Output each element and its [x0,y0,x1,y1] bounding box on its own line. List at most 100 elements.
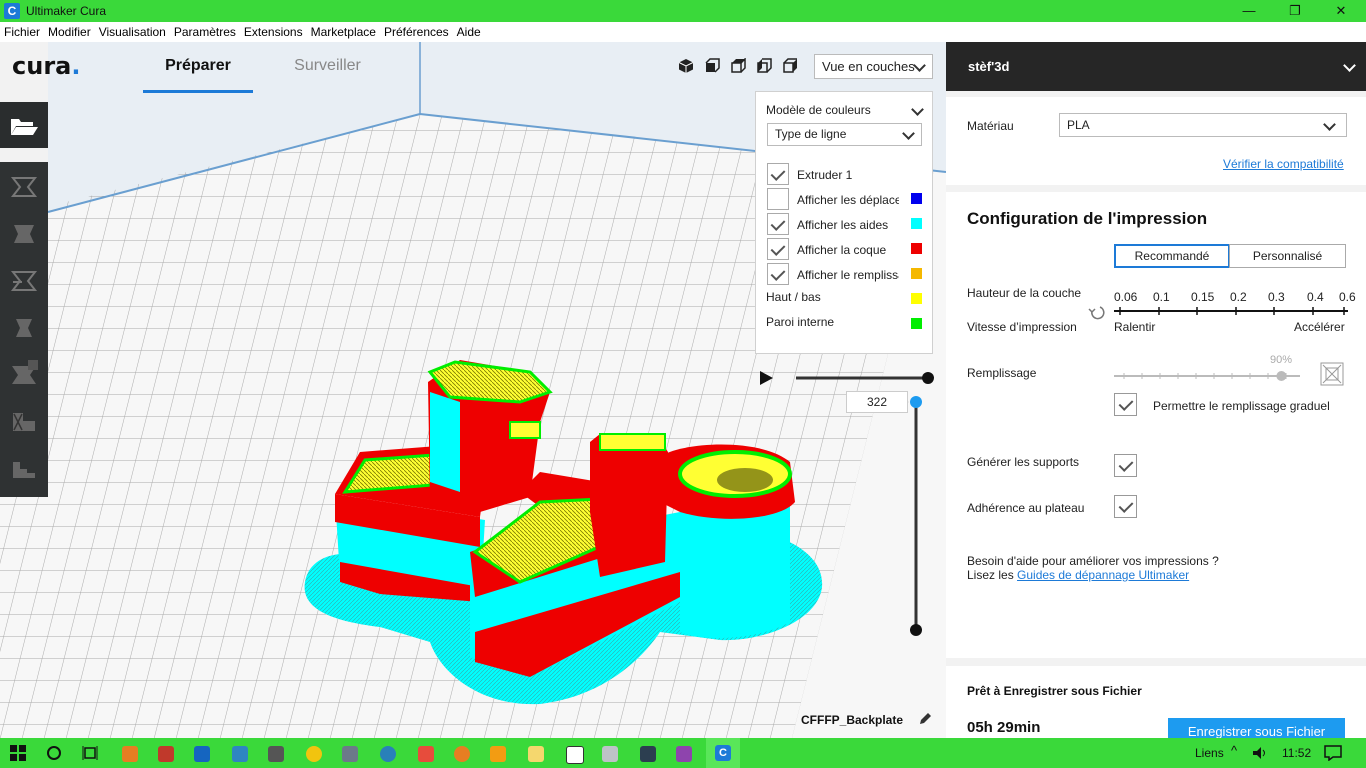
app-icon-9[interactable] [418,746,434,762]
reset-icon[interactable] [1088,303,1106,321]
app-icon-5[interactable] [268,746,284,762]
links-toolbar[interactable]: Liens [1195,746,1224,760]
app-icon-15[interactable] [640,746,656,762]
per-model-settings-button[interactable] [0,352,48,398]
show-travels-checkbox[interactable] [767,188,789,210]
menu-marketplace[interactable]: Marketplace [307,22,380,39]
tab-recommended[interactable]: Recommandé [1114,244,1230,268]
show-shell-checkbox[interactable] [767,238,789,260]
vlc-icon[interactable] [490,746,506,762]
layer-height-option[interactable]: 0.2 [1230,290,1247,304]
chevron-up-icon[interactable]: ^ [1231,743,1237,758]
menu-visualisation[interactable]: Visualisation [95,22,170,39]
extruder-1-checkbox[interactable] [767,163,789,185]
pencil-icon[interactable] [918,712,932,726]
supports-checkbox[interactable] [1114,454,1137,477]
notifications-icon[interactable] [1324,745,1342,761]
adhesion-checkbox[interactable] [1114,495,1137,518]
chevron-down-icon [913,59,926,72]
infill-pattern-icon [1320,362,1344,386]
app-icon-3[interactable] [194,746,210,762]
view-front-icon[interactable] [704,58,720,74]
file-explorer-icon[interactable] [528,746,544,762]
material-dropdown[interactable]: PLA [1059,113,1347,137]
show-travels-label: Afficher les déplacements [797,193,899,207]
view-3d-icon[interactable] [678,58,694,74]
scale-tool-button[interactable] [0,211,48,257]
chevron-down-icon[interactable] [911,103,924,116]
tab-preparer[interactable]: Préparer [143,50,253,93]
color-scheme-panel: Modèle de couleurs Type de ligne Extrude… [755,91,933,354]
save-to-file-button[interactable]: Enregistrer sous Fichier [1168,718,1345,738]
troubleshooting-guides-link[interactable]: Guides de dépannage Ultimaker [1017,568,1189,582]
layer-tool-button[interactable] [0,446,48,492]
tab-surveiller[interactable]: Surveiller [275,50,380,90]
view-right-icon[interactable] [782,58,798,74]
supports-label: Générer les supports [967,455,1080,469]
view-mode-dropdown[interactable]: Vue en couches [814,54,933,79]
clock[interactable]: 11:52 [1282,746,1311,760]
check-icon [1118,396,1134,411]
view-mode-value: Vue en couches [822,59,915,74]
layer-number-field[interactable]: 322 [846,391,908,413]
app-icon-13[interactable] [566,746,584,764]
restore-button[interactable]: ❐ [1272,0,1318,22]
check-compatibility-link[interactable]: Vérifier la compatibilité [1223,157,1344,171]
app-icon-16[interactable] [676,746,692,762]
search-icon[interactable] [46,745,62,761]
menu-parametres[interactable]: Paramètres [170,22,240,39]
help-prefix: Lisez les [967,568,1018,582]
travels-swatch [911,193,922,204]
view-top-icon[interactable] [730,58,746,74]
app-icon-8[interactable] [380,746,396,762]
help-text: Besoin d'aide pour améliorer vos impress… [967,554,1219,568]
menu-fichier[interactable]: Fichier [0,22,44,39]
minimize-button[interactable]: — [1226,0,1272,22]
layer-height-values: 0.06 0.1 0.15 0.2 0.3 0.4 0.6 [1114,290,1356,304]
firefox-icon[interactable] [454,746,470,762]
speed-fast-label: Accélérer [1294,320,1345,334]
chrome-icon[interactable] [306,746,322,762]
color-scheme-value: Type de ligne [775,127,847,141]
support-blocker-icon [13,413,35,431]
color-scheme-dropdown[interactable]: Type de ligne [767,123,922,146]
mirror-tool-button[interactable] [0,305,48,351]
show-helpers-checkbox[interactable] [767,213,789,235]
show-infill-checkbox[interactable] [767,263,789,285]
print-setup-title: Configuration de l'impression [967,209,1208,228]
app-icon-1[interactable] [122,746,138,762]
layer-height-option[interactable]: 0.1 [1153,290,1170,304]
cura-taskbar-button[interactable]: C [706,738,740,768]
layer-height-option[interactable]: 0.3 [1268,290,1285,304]
open-file-button[interactable] [0,102,48,148]
check-icon [770,216,786,231]
windows-start-icon[interactable] [10,745,26,761]
menu-preferences[interactable]: Préférences [380,22,453,39]
infill-swatch [911,268,922,279]
print-speed-slider[interactable] [1112,306,1352,316]
infill-slider[interactable] [1112,369,1302,383]
task-view-icon[interactable] [82,745,98,761]
view-left-icon[interactable] [756,58,772,74]
printer-selector[interactable]: stèf'3d [946,42,1366,91]
menu-aide[interactable]: Aide [453,22,485,39]
app-icon-7[interactable] [342,746,358,762]
volume-icon[interactable] [1252,746,1268,760]
tab-custom[interactable]: Personnalisé [1229,244,1346,268]
layer-height-option[interactable]: 0.6 [1339,290,1356,304]
gradual-infill-checkbox[interactable] [1114,393,1137,416]
layer-height-option[interactable]: 0.06 [1114,290,1137,304]
close-button[interactable]: ✕ [1318,0,1364,22]
layer-height-option[interactable]: 0.15 [1191,290,1214,304]
app-icon-2[interactable] [158,746,174,762]
move-tool-button[interactable] [0,164,48,210]
top-bottom-swatch [911,293,922,304]
app-icon-4[interactable] [232,746,248,762]
menu-modifier[interactable]: Modifier [44,22,95,39]
rotate-tool-button[interactable] [0,258,48,304]
support-blocker-button[interactable] [0,399,48,445]
layer-height-option[interactable]: 0.4 [1307,290,1324,304]
per-model-settings-icon [12,360,38,384]
app-icon-14[interactable] [602,746,618,762]
menu-extensions[interactable]: Extensions [240,22,307,39]
